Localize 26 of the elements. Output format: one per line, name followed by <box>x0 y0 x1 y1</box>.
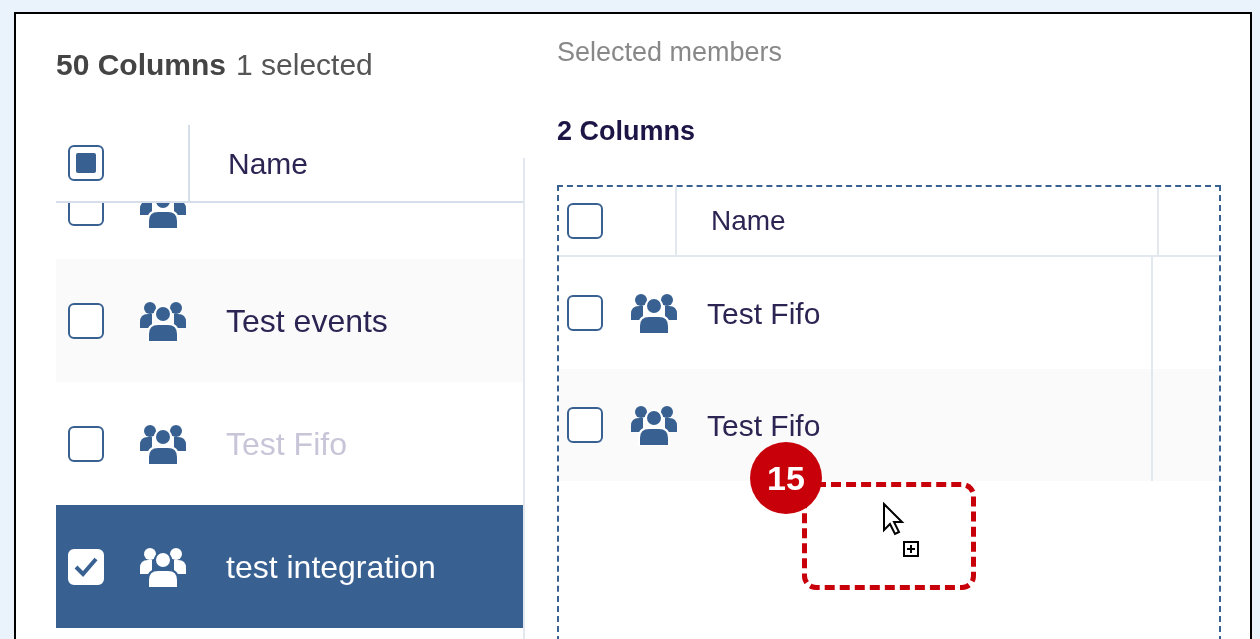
group-icon <box>140 299 186 342</box>
checkbox[interactable] <box>68 302 104 339</box>
checkmark-icon <box>74 556 98 577</box>
column-count: 2 Columns <box>557 114 697 148</box>
column-count: 50 Columns <box>56 48 227 81</box>
selection-count: 1 selected <box>236 48 373 81</box>
drag-cursor-icon <box>882 502 922 558</box>
row-name: Test events <box>226 301 388 341</box>
group-icon <box>140 545 186 588</box>
checkbox[interactable] <box>567 295 603 331</box>
group-icon <box>140 422 186 465</box>
checkbox[interactable] <box>567 407 603 443</box>
checkbox[interactable] <box>567 203 603 239</box>
section-title: Selected members <box>557 36 784 69</box>
step-badge: 15 <box>750 442 822 514</box>
table-row[interactable]: Test events <box>56 259 523 382</box>
checkbox[interactable] <box>68 425 104 462</box>
column-header: Name <box>227 145 309 182</box>
selected-row[interactable]: test integration <box>56 505 523 628</box>
partial-fill-icon <box>76 153 96 173</box>
checkbox[interactable] <box>68 145 104 181</box>
row-name: Test Fifo <box>226 424 347 464</box>
group-icon <box>631 404 677 446</box>
row-name: test integration <box>226 547 436 587</box>
column-header: Name <box>677 187 1159 255</box>
group-icon <box>631 292 677 334</box>
